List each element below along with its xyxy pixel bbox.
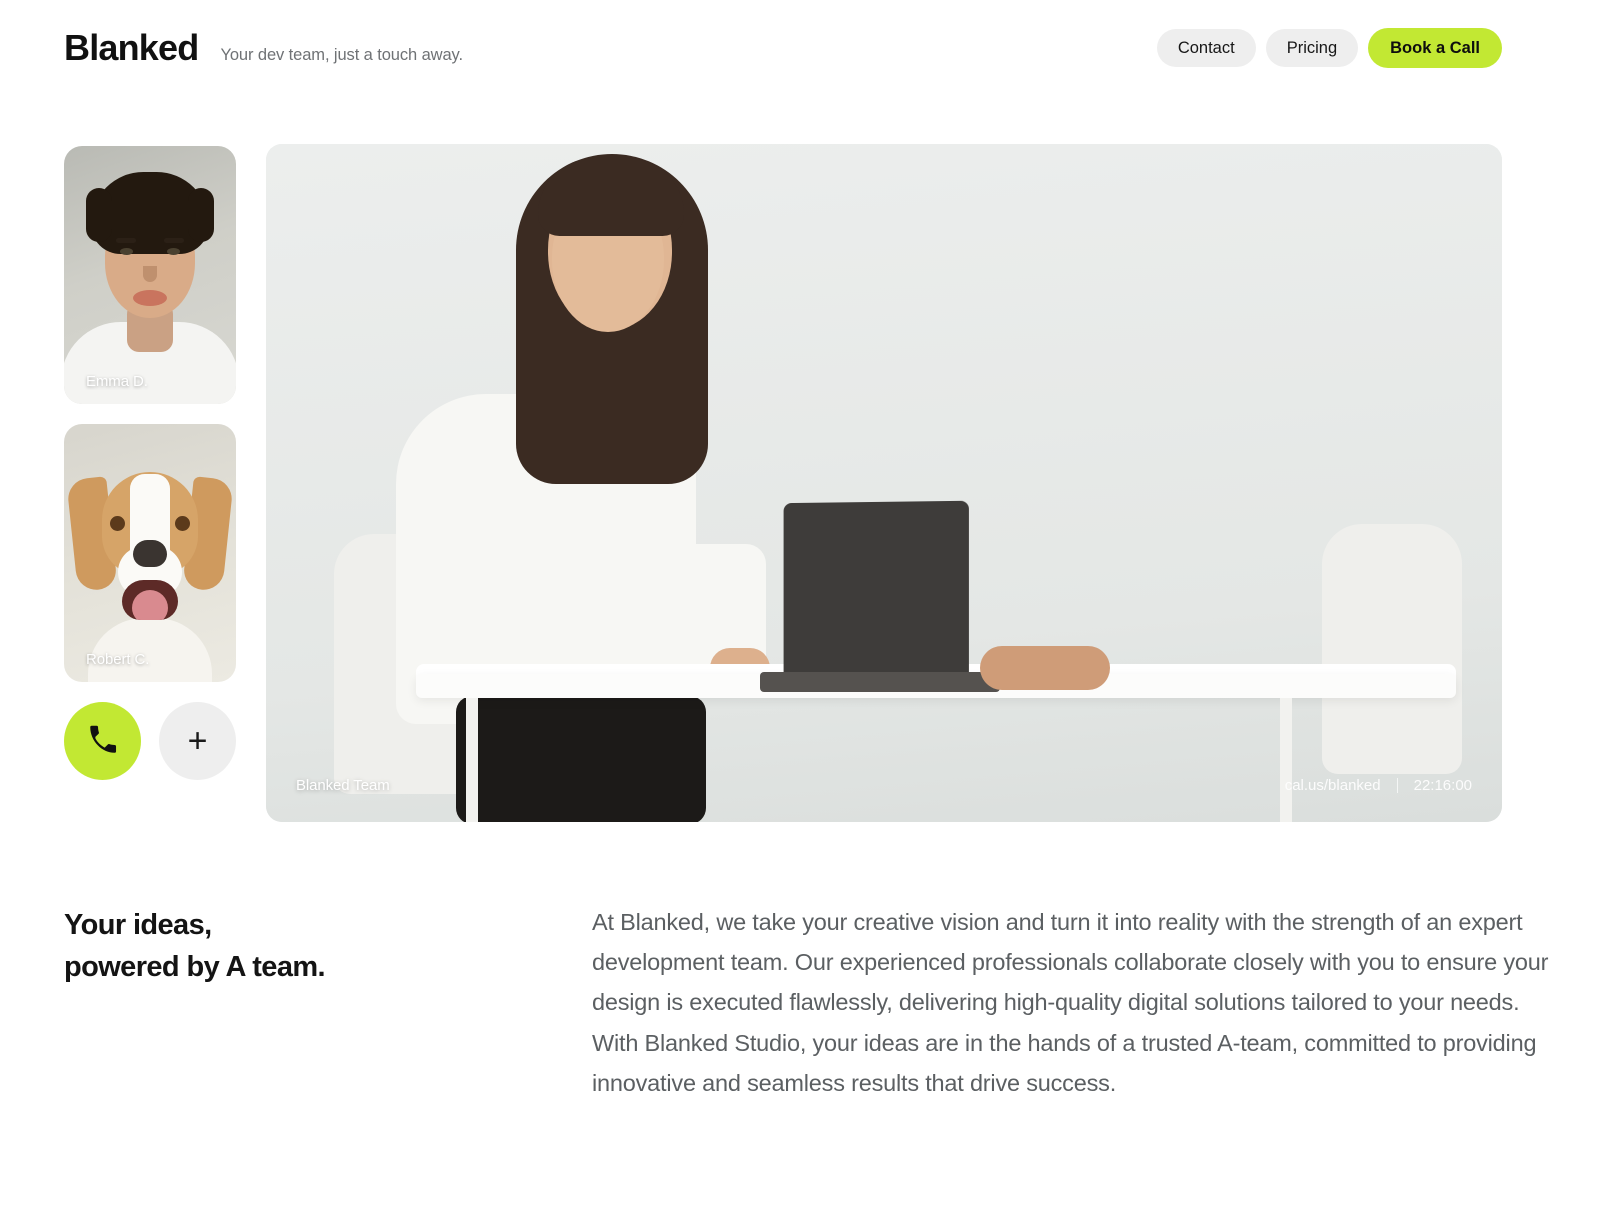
call-controls: + [64, 702, 236, 780]
phone-icon [86, 723, 120, 760]
plus-icon: + [187, 722, 208, 760]
participant-rail: Emma D. Robert C. + [64, 146, 236, 780]
dog-nose [133, 540, 167, 567]
person-left-legs [456, 696, 706, 822]
participant-name-emma: Emma D. [86, 373, 148, 390]
laptop-screen [783, 500, 969, 682]
portrait-eye-right [167, 248, 180, 255]
dog-tongue [132, 590, 168, 620]
nav-item-contact[interactable]: Contact [1156, 28, 1256, 68]
main-nav: Contact Pricing Book a Call [1156, 27, 1502, 69]
meeting-link[interactable]: cal.us/blanked [1285, 777, 1381, 794]
add-participant-button[interactable]: + [159, 702, 236, 780]
desk-leg-left [466, 698, 478, 822]
video-meta: cal.us/blanked 22:16:00 [1285, 777, 1472, 794]
call-timer: 22:16:00 [1413, 777, 1472, 794]
headline-line-1: Your ideas, [64, 909, 212, 942]
site-header: Blanked Your dev team, just a touch away… [0, 0, 1620, 96]
logo-wordmark[interactable]: Blanked [64, 30, 199, 66]
dog-eye-left [110, 516, 125, 531]
portrait-brow-left [116, 238, 136, 243]
chair-right [1322, 524, 1462, 774]
portrait-brow-right [164, 238, 184, 243]
dog-mouth [122, 580, 178, 620]
headline-line-2: powered by A team. [64, 951, 326, 984]
meta-divider [1396, 778, 1398, 793]
portrait-hair [86, 172, 214, 254]
call-stage: Emma D. Robert C. + Blanked Team cal.us/… [0, 118, 1620, 858]
book-a-call-button[interactable]: Book a Call [1368, 27, 1502, 69]
brand-block: Blanked Your dev team, just a touch away… [64, 30, 463, 66]
video-participant-label: Blanked Team [296, 777, 390, 794]
call-button[interactable] [64, 702, 141, 780]
laptop-base [760, 672, 1000, 692]
section-paragraph: At Blanked, we take your creative vision… [592, 908, 1549, 1097]
dog-chest [88, 618, 212, 682]
dog-eye-right [175, 516, 190, 531]
landing-page: Blanked Your dev team, just a touch away… [0, 0, 1620, 1215]
section-headline: Your ideas, powered by A team. [64, 904, 494, 989]
portrait-nose [143, 266, 157, 282]
desk-leg-right [1280, 698, 1292, 822]
participant-tile-robert[interactable]: Robert C. [64, 424, 236, 682]
person-right-hands [980, 646, 1110, 690]
participant-tile-emma[interactable]: Emma D. [64, 146, 236, 404]
portrait-lips [133, 290, 167, 306]
nav-item-pricing[interactable]: Pricing [1265, 28, 1359, 68]
brand-tagline: Your dev team, just a touch away. [220, 46, 463, 64]
main-video-tile[interactable]: Blanked Team cal.us/blanked 22:16:00 [266, 144, 1502, 822]
person-left-hair-front [538, 158, 684, 236]
portrait-eye-left [120, 248, 133, 255]
participant-name-robert: Robert C. [86, 651, 150, 668]
